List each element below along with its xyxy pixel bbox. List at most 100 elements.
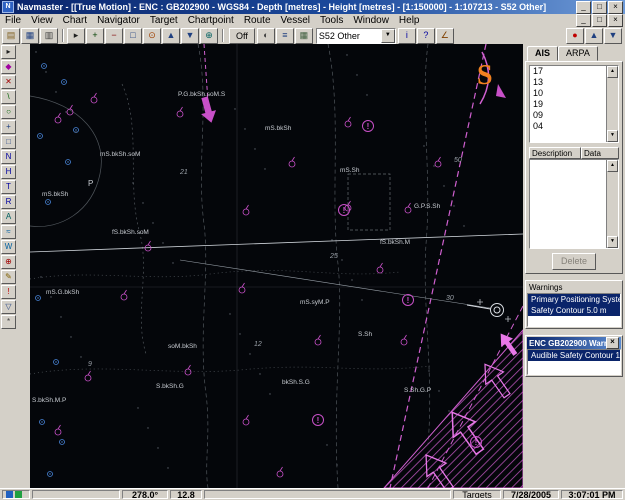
measure-button[interactable]: ∠ [436,28,454,44]
close-icon[interactable]: × [608,1,623,14]
target-list-item[interactable]: 04 [530,121,606,132]
scroll-up-button[interactable]: ▲ [585,28,603,44]
grid-scrollbar[interactable]: ▲ ▼ [606,160,618,248]
minimize-icon[interactable]: _ [576,1,591,14]
alarm-button[interactable]: ● [566,28,584,44]
menu-chart[interactable]: Chart [58,15,92,26]
anchor-watch-button[interactable]: A [1,210,16,224]
scale-up-button[interactable]: ▲ [162,28,180,44]
menu-route[interactable]: Route [239,15,276,26]
scale-down-button[interactable]: ▼ [181,28,199,44]
save-button[interactable]: ▦ [21,28,39,44]
lateral-mark-dot [43,65,44,66]
warning-item[interactable]: Primary Positioning System datum [528,294,620,305]
open-chart-button[interactable]: ▤ [2,28,20,44]
delete-button[interactable]: Delete [552,253,596,270]
menu-vessel[interactable]: Vessel [276,15,315,26]
menu-items: FileViewChartNavigatorTargetChartpointRo… [0,15,575,26]
palette-select[interactable]: S52 Other ▼ [316,28,396,44]
menu-file[interactable]: File [0,15,26,26]
grid-rows [530,160,606,248]
menu-chartpoint[interactable]: Chartpoint [183,15,239,26]
pan-tool-button[interactable]: + [1,120,16,134]
target-list-item[interactable]: 13 [530,77,606,88]
select-tool-button[interactable]: ▸ [1,45,16,59]
ebl-tool-button[interactable]: \ [1,90,16,104]
grid-header-data[interactable]: Data [581,147,619,159]
close-icon[interactable]: × [606,337,619,349]
menu-help[interactable]: Help [394,15,425,26]
menu-window[interactable]: Window [348,15,394,26]
true-motion-button[interactable]: T [1,180,16,194]
menu-view[interactable]: View [26,15,58,26]
grid-button[interactable]: ▦ [295,28,313,44]
wind-tool-button[interactable]: W [1,240,16,254]
speed-readout: 12.8 [170,490,202,499]
query-button[interactable]: ? [417,28,435,44]
mdi-restore-icon[interactable]: □ [592,14,607,27]
menu-navigator[interactable]: Navigator [92,15,145,26]
zoom-window-button[interactable]: □ [1,135,16,149]
center-ship-button[interactable]: ⊙ [143,28,161,44]
rotate-view-button[interactable]: ⊕ [200,28,218,44]
seabed-label: mS.bkSh [42,191,69,198]
app-icon[interactable]: N [2,1,14,13]
vrm-tool-button[interactable]: ○ [1,105,16,119]
notes-tool-button[interactable]: ✎ [1,270,16,284]
mdi-close-icon[interactable]: × [608,14,623,27]
tide-tool-button[interactable]: ≈ [1,225,16,239]
rotate-view-icon: ⊕ [205,31,213,40]
print-button[interactable]: ▥ [40,28,58,44]
head-up-button[interactable]: H [1,165,16,179]
seabed-label: mS.G.bkSh [46,289,80,296]
menu-tools[interactable]: Tools [315,15,348,26]
north-up-button[interactable]: N [1,150,16,164]
day-night-button[interactable]: ◐ [257,28,275,44]
scroll-up-icon[interactable]: ▲ [607,160,618,172]
target-list-item[interactable]: 10 [530,88,606,99]
scroll-down-icon[interactable]: ▼ [607,130,618,142]
sounding-dot [433,165,434,166]
chevron-down-icon[interactable]: ▼ [381,29,395,43]
info-button[interactable]: i [398,28,416,44]
warning-item[interactable]: Safety Contour 5.0 m [528,305,620,316]
scroll-down-button[interactable]: ▼ [604,28,622,44]
depth-tool-button[interactable]: ▽ [1,300,16,314]
tab-ais[interactable]: AIS [527,46,558,61]
off-button[interactable]: Off [229,28,255,44]
maximize-icon[interactable]: □ [592,1,607,14]
layers-button[interactable]: ≡ [276,28,294,44]
mdi-minimize-icon[interactable]: _ [576,14,591,27]
sounding-dot [172,262,173,263]
zoom-area-button[interactable]: □ [124,28,142,44]
sounding-dot [351,279,352,280]
chartpoint-tool-button[interactable]: ◆ [1,60,16,74]
zoom-out-button[interactable]: − [105,28,123,44]
target-tool-button[interactable]: ⊕ [1,255,16,269]
grid-header-description[interactable]: Description [529,147,581,159]
target-listbox: 171310190904 ▲ ▼ [529,65,619,143]
sounding-dot [137,407,138,408]
relative-motion-button[interactable]: R [1,195,16,209]
scroll-down-icon[interactable]: ▼ [607,236,618,248]
settings-tool-button[interactable]: * [1,315,16,329]
menu-target[interactable]: Target [145,15,183,26]
target-list-scrollbar[interactable]: ▲ ▼ [606,66,618,142]
target-list-item[interactable]: 19 [530,99,606,110]
sounding-dot [428,370,429,371]
zoom-out-icon: − [111,31,116,40]
zoom-in-button[interactable]: + [86,28,104,44]
toolbar-group-right: ●▲▼ [566,28,623,44]
chart-area[interactable]: S P.G.bkSh.soM.SmS.bkShmS.bkSh.soMmS.ShP… [30,44,523,488]
sounding-dot [443,185,444,186]
tab-arpa[interactable]: ARPA [558,46,598,61]
scroll-up-icon[interactable]: ▲ [607,66,618,78]
targets-label[interactable]: Targets [453,490,501,499]
alarm-zones-button[interactable]: ! [1,285,16,299]
enc-warning-item[interactable]: Audible Safety Contour 10.0 m [528,350,620,361]
route-tool-button[interactable]: ✕ [1,75,16,89]
target-list-item[interactable]: 09 [530,110,606,121]
anchor-watch-icon: A [6,213,11,221]
cursor-button[interactable]: ▸ [67,28,85,44]
target-list-item[interactable]: 17 [530,66,606,77]
